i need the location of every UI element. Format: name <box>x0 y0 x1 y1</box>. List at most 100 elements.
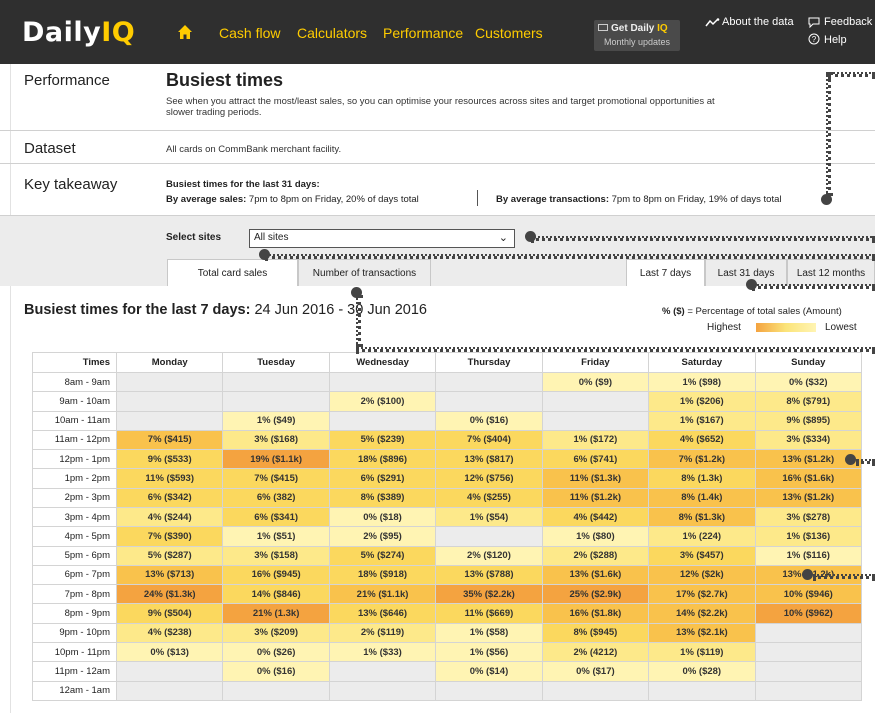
heatmap-cell: 6% ($291) <box>328 468 437 489</box>
callout-line <box>826 72 831 196</box>
heatmap-cell: 8% ($945) <box>541 622 650 643</box>
heatmap-cell: 10% ($962) <box>754 603 863 624</box>
row-time-label: 12am - 1am <box>32 680 117 701</box>
row-time-label: 8pm - 9pm <box>32 603 117 624</box>
takeaway-by-sales: By average sales: 7pm to 8pm on Friday, … <box>166 194 419 205</box>
row-time-label: 11pm - 12am <box>32 661 117 682</box>
heatmap-cell: 0% ($18) <box>328 506 437 528</box>
table-row: 8pm - 9pm 9% ($504) 21% (1.3k) 13% ($646) 11… <box>32 603 863 624</box>
column-header-monday: Monday <box>115 352 224 373</box>
dataset-value: All cards on CommBank merchant facility. <box>166 144 342 155</box>
legend-title-bold: % ($) <box>662 306 685 317</box>
heatmap-cell <box>115 391 224 412</box>
tab-total-card-sales[interactable]: Total card sales <box>167 259 298 286</box>
heatmap-cell <box>541 391 650 412</box>
heatmap-cell: 13% ($1.6k) <box>541 564 650 586</box>
heatmap-cell: 8% ($1.3k) <box>648 506 756 528</box>
callout-line <box>265 254 875 259</box>
heatmap-cell: 4% ($244) <box>115 506 224 528</box>
heatmap-cell: 12% ($2k) <box>648 564 756 586</box>
heatmap-cell: 14% ($2.2k) <box>648 603 756 624</box>
nav-customers[interactable]: Customers <box>475 25 543 41</box>
row-time-label: 3pm - 4pm <box>32 506 117 528</box>
mail-icon <box>598 24 608 31</box>
tab-last-12-months[interactable]: Last 12 months <box>787 259 875 286</box>
heatmap-cell <box>435 391 543 412</box>
column-header-thursday: Thursday <box>435 352 543 373</box>
section-label-dataset: Dataset <box>24 140 76 157</box>
callout-line <box>356 295 361 347</box>
heatmap-cell <box>435 526 543 547</box>
heatmap-cell: 1% ($58) <box>435 622 543 643</box>
table-row: 8am - 9am 0% ($9) 1% ($98) 0% ($32) <box>32 371 863 393</box>
heatmap-cell: 1% ($56) <box>435 641 543 663</box>
tab-number-of-transactions[interactable]: Number of transactions <box>298 259 431 286</box>
feedback-icon <box>808 17 820 28</box>
get-daily-iq-button[interactable]: Get Daily IQ Monthly updates <box>594 20 680 51</box>
heatmap-cell <box>115 371 224 393</box>
heatmap-cell <box>435 371 543 393</box>
heatmap-cell: 18% ($918) <box>328 564 437 586</box>
legend-gradient <box>756 323 816 332</box>
nav-cash-flow[interactable]: Cash flow <box>219 25 280 41</box>
heatmap-cell: 1% ($116) <box>754 545 863 566</box>
row-time-label: 4pm - 5pm <box>32 526 117 547</box>
heatmap-cell <box>328 371 437 393</box>
nav-performance[interactable]: Performance <box>383 25 463 41</box>
table-row: 11am - 12pm 7% ($415) 3% ($168) 5% ($239) 7%… <box>32 429 863 451</box>
heatmap-cell: 1% ($98) <box>648 371 756 393</box>
heatmap-cell: 8% (1.3k) <box>648 468 756 489</box>
tab-last-7-days[interactable]: Last 7 days <box>626 259 705 286</box>
table-row: 12pm - 1pm 9% ($533) 19% ($1.1k) 18% ($896)… <box>32 449 863 470</box>
home-icon[interactable] <box>177 24 193 40</box>
heatmap-cell <box>115 410 224 431</box>
about-the-data-link[interactable]: About the data <box>722 16 794 28</box>
heatmap-cell: 9% ($533) <box>115 449 224 470</box>
heatmap-cell: 1% ($119) <box>648 641 756 663</box>
callout-line <box>813 574 875 579</box>
promo-line1: Get Daily <box>611 23 658 34</box>
heatmap-cell: 17% ($2.7k) <box>648 584 756 605</box>
heatmap-cell <box>541 410 650 431</box>
heatmap-cell: 13% ($713) <box>115 564 224 586</box>
monthly-updates-label: Monthly updates <box>604 37 671 47</box>
heatmap-cell: 11% ($1.2k) <box>541 487 650 508</box>
heatmap-cell: 7% ($415) <box>222 468 330 489</box>
heatmap-cell <box>328 661 437 682</box>
feedback-link[interactable]: Feedback <box>824 16 872 28</box>
callout-dot <box>845 454 856 465</box>
help-link[interactable]: Help <box>824 34 847 46</box>
table-row: 12am - 1am <box>32 680 863 701</box>
top-bar: DailyIQ Cash flow Calculators Performanc… <box>0 0 875 64</box>
heatmap-cell: 24% ($1.3k) <box>115 584 224 605</box>
heatmap-cell: 13% ($1.2k) <box>754 487 863 508</box>
daily-iq-logo[interactable]: DailyIQ <box>22 17 135 48</box>
heatmap-cell: 14% ($846) <box>222 584 330 605</box>
nav-calculators[interactable]: Calculators <box>297 25 367 41</box>
trend-icon <box>705 18 720 27</box>
select-sites-dropdown[interactable]: All sites ⌄ <box>249 229 515 248</box>
divider <box>0 215 875 216</box>
heatmap-cell <box>648 680 756 701</box>
table-row: 1pm - 2pm 11% ($593) 7% ($415) 6% ($291) 12%… <box>32 468 863 489</box>
heatmap-cell: 1% ($49) <box>222 410 330 431</box>
row-time-label: 7pm - 8pm <box>32 584 117 605</box>
heatmap-cell: 8% (1.4k) <box>648 487 756 508</box>
section-label-performance: Performance <box>24 72 110 89</box>
heatmap-cell <box>222 680 330 701</box>
column-header-friday: Friday <box>541 352 650 373</box>
logo-text: Daily <box>22 17 102 48</box>
section-label-key-takeaway: Key takeaway <box>24 176 118 193</box>
row-time-label: 1pm - 2pm <box>32 468 117 489</box>
divider <box>0 163 875 164</box>
heatmap-cell: 0% ($16) <box>222 661 330 682</box>
column-header-tuesday: Tuesday <box>222 352 330 373</box>
heatmap-cell: 4% ($652) <box>648 429 756 451</box>
row-time-label: 9pm - 10pm <box>32 622 117 643</box>
heatmap-cell: 10% ($946) <box>754 584 863 605</box>
callout-line <box>856 459 875 464</box>
row-time-label: 8am - 9am <box>32 371 117 393</box>
table-row: 10am - 11am 1% ($49) 0% ($16) 1% ($167) 9% (… <box>32 410 863 431</box>
heatmap-cell: 21% (1.3k) <box>222 603 330 624</box>
heatmap-cell: 2% ($119) <box>328 622 437 643</box>
